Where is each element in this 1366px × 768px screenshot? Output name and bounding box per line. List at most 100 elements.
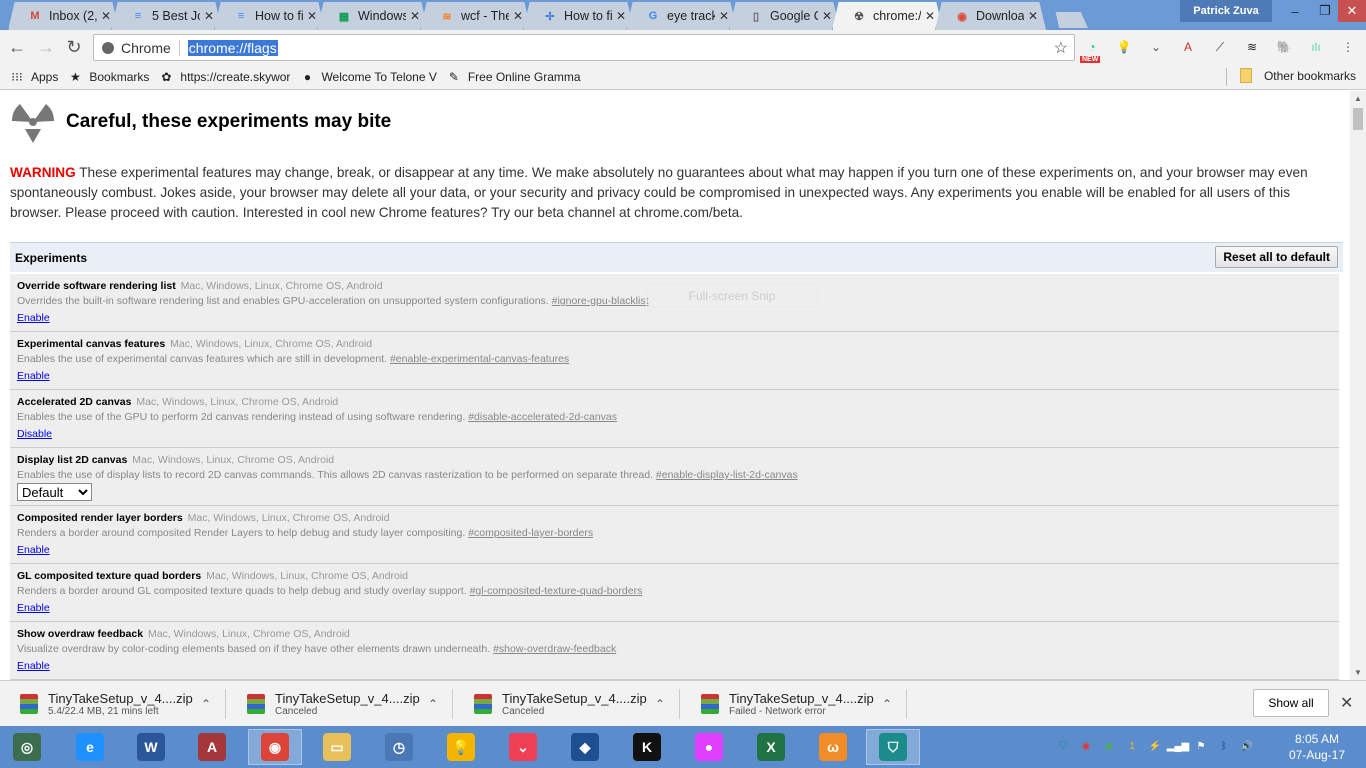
taskbar-app[interactable]: ▭: [310, 729, 364, 765]
tab-close-icon[interactable]: ✕: [307, 9, 317, 23]
browser-tab[interactable]: M Inbox (2,0 ✕: [8, 2, 119, 30]
site-info-chip[interactable]: Chrome: [94, 39, 180, 56]
bookmark-item[interactable]: ✿ https://create.skywor: [159, 70, 290, 84]
browser-tab[interactable]: Geye tracki ✕: [626, 2, 737, 30]
pocket-extension-icon[interactable]: ⌄: [1146, 37, 1166, 57]
power-tray-icon[interactable]: ⚡: [1147, 738, 1163, 754]
browser-tab[interactable]: ◉ Downloa ✕: [935, 2, 1046, 30]
experiment-toggle-link[interactable]: Enable: [17, 370, 50, 382]
grammarly-extension-icon[interactable]: ◔ NEW: [1080, 37, 1102, 63]
other-bookmarks[interactable]: Other bookmarks: [1239, 68, 1356, 83]
tab-close-icon[interactable]: ✕: [616, 9, 626, 23]
bookmark-item[interactable]: ✎ Free Online Gramma: [447, 70, 581, 84]
experiment-toggle-link[interactable]: Enable: [17, 312, 50, 324]
experiment-hash-link[interactable]: #ignore-gpu-blacklist: [552, 295, 649, 307]
action-center-flag-icon[interactable]: ⚑: [1193, 738, 1209, 754]
chevron-up-icon[interactable]: ⌃: [201, 697, 211, 711]
download-item[interactable]: TinyTakeSetup_v_4....zip Canceled ⌃: [454, 689, 680, 719]
tab-close-icon[interactable]: ✕: [925, 9, 935, 23]
bookmark-item[interactable]: ★ Bookmarks: [68, 70, 149, 84]
audio-extension-icon[interactable]: ılı: [1306, 37, 1326, 57]
browser-tab[interactable]: ≡ 5 Best Job ✕: [111, 2, 222, 30]
chevron-up-icon[interactable]: ⌃: [882, 697, 892, 711]
tab-close-icon[interactable]: ✕: [101, 9, 111, 23]
browser-tab[interactable]: ▯ Google C ✕: [729, 2, 840, 30]
tab-close-icon[interactable]: ✕: [822, 9, 832, 23]
menu-icon[interactable]: ⋮: [1338, 37, 1358, 57]
tab-close-icon[interactable]: ✕: [410, 9, 420, 23]
experiment-hash-link[interactable]: #enable-experimental-canvas-features: [390, 353, 569, 365]
browser-tab[interactable]: ≡ How to fi ✕: [214, 2, 325, 30]
experiment-hash-link[interactable]: #show-overdraw-feedback: [493, 643, 616, 655]
signal-tray-icon[interactable]: ▂▄▆: [1167, 738, 1189, 754]
chevron-up-icon[interactable]: ⌃: [428, 697, 438, 711]
dashlane-tray-icon[interactable]: ⛉: [1055, 738, 1071, 754]
show-all-downloads-button[interactable]: Show all: [1253, 689, 1329, 717]
browser-tab[interactable]: ✢ How to fi ✕: [523, 2, 634, 30]
page-scrollbar[interactable]: ▲ ▼: [1350, 91, 1366, 680]
taskbar-app[interactable]: K: [620, 729, 674, 765]
experiment-hash-link[interactable]: #disable-accelerated-2d-canvas: [468, 411, 617, 423]
url-text[interactable]: chrome://flags: [187, 39, 278, 56]
evernote-extension-icon[interactable]: 🐘: [1274, 37, 1294, 57]
taskbar-app[interactable]: ω: [806, 729, 860, 765]
tinytake-tray-icon[interactable]: ◉: [1078, 738, 1094, 754]
experiment-toggle-link[interactable]: Enable: [17, 602, 50, 614]
experiment-select[interactable]: Default: [17, 483, 92, 501]
close-download-shelf-icon[interactable]: ✕: [1340, 693, 1353, 713]
bluetooth-tray-icon[interactable]: ᛒ: [1216, 738, 1232, 754]
taskbar-app[interactable]: ◎: [0, 729, 54, 765]
reload-button[interactable]: ↻: [63, 36, 85, 58]
minimize-button[interactable]: –: [1280, 0, 1310, 22]
buffer-extension-icon[interactable]: ≋: [1242, 37, 1262, 57]
full-screen-snip-overlay[interactable]: Full-screen Snip: [646, 284, 818, 307]
taskbar-app[interactable]: 💡: [434, 729, 488, 765]
bookmark-star-icon[interactable]: ☆: [1054, 38, 1068, 58]
taskbar-app[interactable]: ◆: [558, 729, 612, 765]
back-button[interactable]: ←: [6, 36, 28, 58]
reset-all-button[interactable]: Reset all to default: [1215, 246, 1338, 268]
notification-tray-icon[interactable]: 1: [1124, 738, 1140, 754]
taskbar-app[interactable]: ●: [682, 729, 736, 765]
taskbar-app[interactable]: ◉: [248, 729, 302, 765]
volume-tray-icon[interactable]: 🔊: [1239, 738, 1255, 754]
tinytake-extension-icon[interactable]: ⟋: [1210, 37, 1230, 57]
experiment-hash-link[interactable]: #enable-display-list-2d-canvas: [656, 469, 798, 481]
download-item[interactable]: TinyTakeSetup_v_4....zip Failed - Network…: [681, 689, 907, 719]
taskbar-app[interactable]: W: [124, 729, 178, 765]
taskbar-app[interactable]: e: [63, 729, 117, 765]
scrollbar-thumb[interactable]: [1353, 108, 1363, 130]
experiment-toggle-link[interactable]: Enable: [17, 544, 50, 556]
system-clock[interactable]: 8:05 AM 07-Aug-17: [1282, 731, 1352, 763]
taskbar-app[interactable]: ⛉: [866, 729, 920, 765]
download-item[interactable]: TinyTakeSetup_v_4....zip 5.4/22.4 MB, 21 …: [0, 689, 226, 719]
taskbar-app[interactable]: ◷: [372, 729, 426, 765]
taskbar-app[interactable]: ⌄: [496, 729, 550, 765]
new-tab-button[interactable]: [1055, 12, 1088, 28]
tab-close-icon[interactable]: ✕: [204, 9, 214, 23]
experiment-toggle-link[interactable]: Enable: [17, 660, 50, 672]
forward-button[interactable]: →: [35, 36, 57, 58]
tab-close-icon[interactable]: ✕: [513, 9, 523, 23]
profile-button[interactable]: Patrick Zuva: [1180, 0, 1272, 22]
dictionary-extension-icon[interactable]: A: [1178, 37, 1198, 57]
browser-tab[interactable]: ☢ chrome:// ✕: [832, 2, 943, 30]
experiment-toggle-link[interactable]: Disable: [17, 428, 52, 440]
close-window-button[interactable]: ✕: [1338, 0, 1366, 22]
lightbulb-extension-icon[interactable]: 💡: [1114, 37, 1134, 57]
bookmark-item[interactable]: ● Welcome To Telone V: [300, 70, 437, 84]
address-bar[interactable]: Chrome chrome://flags ☆: [93, 34, 1075, 61]
browser-tab[interactable]: ≋ wcf - The ✕: [420, 2, 531, 30]
scroll-up-icon[interactable]: ▲: [1354, 94, 1362, 103]
chrome-tray-icon[interactable]: ◉: [1101, 738, 1117, 754]
experiment-hash-link[interactable]: #composited-layer-borders: [468, 527, 593, 539]
tab-close-icon[interactable]: ✕: [1028, 9, 1038, 23]
taskbar-app[interactable]: X: [744, 729, 798, 765]
bookmark-item[interactable]: ⁝⁝⁝ Apps: [10, 70, 58, 84]
tab-close-icon[interactable]: ✕: [719, 9, 729, 23]
taskbar-app[interactable]: A: [185, 729, 239, 765]
experiment-hash-link[interactable]: #gl-composited-texture-quad-borders: [470, 585, 643, 597]
download-item[interactable]: TinyTakeSetup_v_4....zip Canceled ⌃: [227, 689, 453, 719]
maximize-button[interactable]: ❐: [1310, 0, 1340, 22]
browser-tab[interactable]: ▦ Windows ✕: [317, 2, 428, 30]
